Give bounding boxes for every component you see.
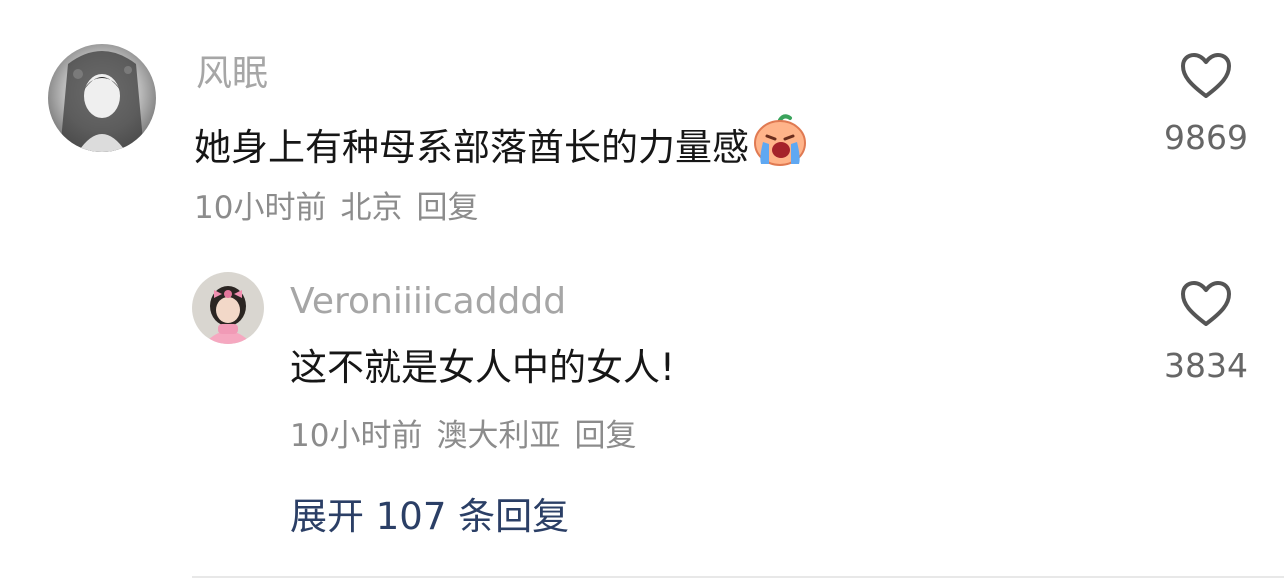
avatar[interactable] [48, 44, 156, 152]
divider [192, 576, 1284, 578]
like-button[interactable] [1180, 280, 1232, 328]
avatar[interactable] [192, 272, 264, 344]
location: 澳大利亚 [436, 418, 561, 454]
like-count: 9869 [1164, 118, 1248, 157]
heart-icon [1181, 53, 1231, 98]
reply-button[interactable]: 回复 [416, 190, 478, 226]
comment-meta: 10小时前 澳大利亚 回复 [290, 416, 650, 456]
anime-girl-avatar-icon [48, 44, 156, 152]
reply-button[interactable]: 回复 [574, 418, 636, 454]
timestamp: 10小时前 [194, 190, 327, 226]
like-count: 3834 [1164, 346, 1248, 385]
username[interactable]: 风眠 [196, 52, 268, 96]
expand-replies-link[interactable]: 展开 107 条回复 [290, 494, 569, 540]
username[interactable]: Veroniiiicadddd [290, 280, 566, 324]
crying-face-emoji-icon [751, 114, 809, 179]
location: 北京 [340, 190, 403, 226]
heart-icon [1181, 281, 1231, 326]
comment-text: 她身上有种母系部落酋长的力量感 [194, 114, 809, 179]
like-button[interactable] [1180, 52, 1232, 100]
timestamp: 10小时前 [290, 418, 423, 454]
comment-text: 这不就是女人中的女人! [290, 346, 675, 389]
girl-pink-bow-avatar-icon [192, 272, 264, 344]
comment-meta: 10小时前 北京 回复 [194, 188, 492, 228]
comment-text-content: 她身上有种母系部落酋长的力量感 [194, 126, 749, 169]
